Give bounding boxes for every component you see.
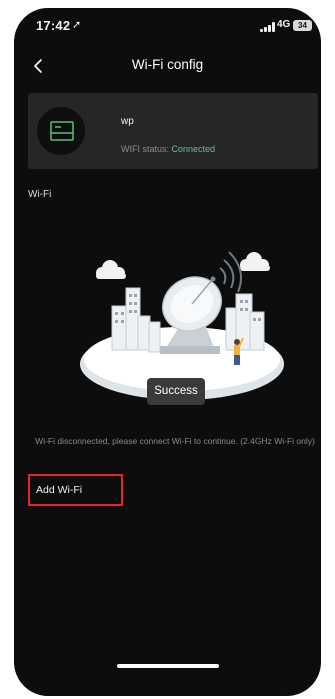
home-indicator[interactable] [117, 664, 219, 668]
signal-icon [260, 22, 275, 32]
wifi-status: WIFI status: Connected [121, 144, 215, 154]
add-wifi-button[interactable]: Add Wi-Fi [28, 474, 123, 506]
status-time: 17:42 [36, 18, 71, 33]
device-card: wp WIFI status: Connected [28, 93, 318, 169]
status-bar: 17:42 ➚ 4G 34 [14, 8, 321, 44]
wifi-status-label: WIFI status: [121, 144, 172, 154]
battery-icon: 34 [293, 20, 312, 31]
location-arrow-icon: ➚ [72, 19, 82, 31]
phone-screen: 17:42 ➚ 4G 34 Wi-Fi config wp WIFI statu [14, 8, 321, 696]
success-toast: Success [147, 378, 205, 405]
page-title: Wi-Fi config [131, 57, 204, 72]
wifi-hint-text: Wi-Fi disconnected, please connect Wi-Fi… [35, 436, 315, 446]
nav-bar: Wi-Fi config [14, 48, 321, 84]
network-type: 4G [277, 19, 291, 30]
device-name: wp [121, 116, 134, 127]
wifi-status-value: Connected [171, 144, 216, 154]
device-avatar [37, 107, 85, 155]
wifi-section-label: Wi-Fi [28, 189, 52, 200]
device-router-icon [50, 121, 74, 141]
